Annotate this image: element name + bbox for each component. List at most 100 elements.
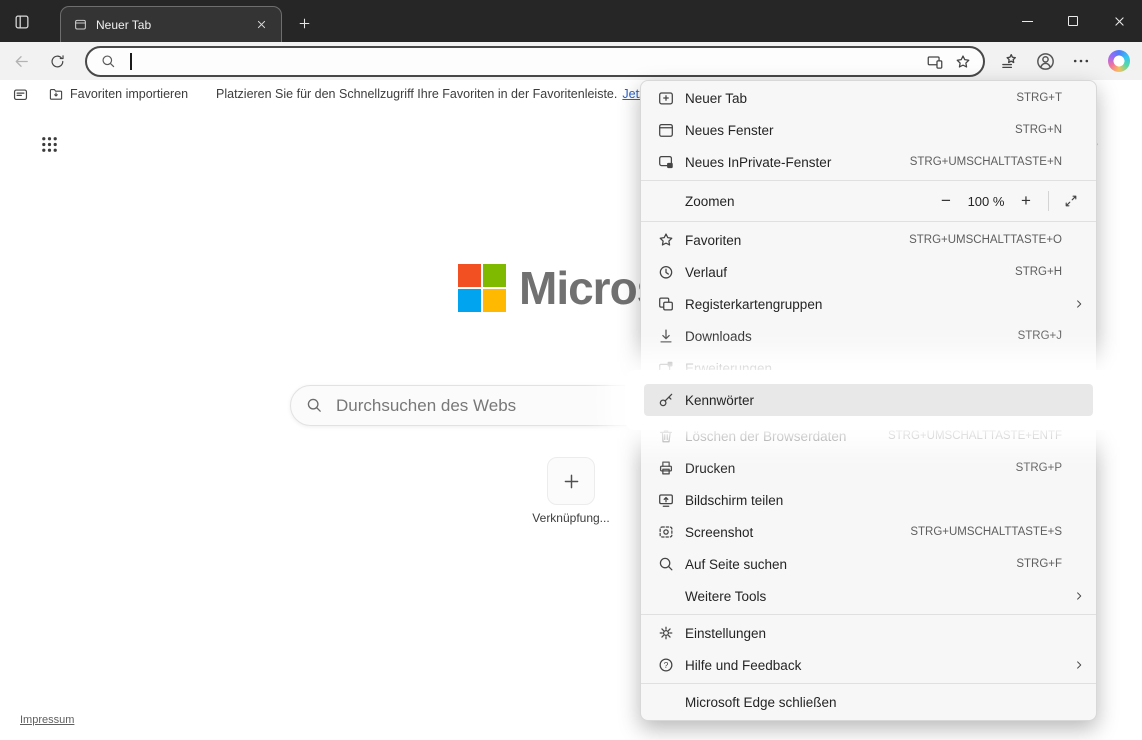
favorites-bar-page-button[interactable] bbox=[8, 83, 33, 105]
menu-item-verlauf[interactable]: Verlauf STRG+H bbox=[641, 256, 1096, 288]
screen-share-icon bbox=[657, 491, 675, 509]
menu-separator bbox=[641, 614, 1096, 615]
zoom-out-button[interactable]: − bbox=[933, 188, 959, 214]
menu-item-neuer-tab[interactable]: Neuer Tab STRG+T bbox=[641, 82, 1096, 114]
profile-button[interactable] bbox=[1031, 47, 1059, 75]
zoom-divider bbox=[1048, 191, 1049, 211]
menu-item-auf-seite-suchen[interactable]: Auf Seite suchen STRG+F bbox=[641, 548, 1096, 580]
menu-item-hilfe-und-feedback[interactable]: Hilfe und Feedback bbox=[641, 649, 1096, 681]
zoom-in-button[interactable]: + bbox=[1013, 188, 1039, 214]
menu-item-kennwoerter[interactable]: Kennwörter bbox=[644, 384, 1093, 416]
zoom-label: Zoomen bbox=[685, 194, 933, 209]
address-bar[interactable] bbox=[85, 46, 985, 77]
minimize-button[interactable] bbox=[1004, 0, 1050, 42]
menu-item-shortcut: STRG+J bbox=[1018, 330, 1062, 342]
menu-item-shortcut: STRG+UMSCHALTTASTE+ENTF bbox=[888, 430, 1062, 442]
menu-item-label: Registerkartengruppen bbox=[685, 297, 1070, 312]
edge-menu: Neuer Tab STRG+T Neues Fenster STRG+N Ne… bbox=[640, 80, 1097, 721]
menu-item-screenshot[interactable]: Screenshot STRG+UMSCHALTTASTE+S bbox=[641, 516, 1096, 548]
menu-item-inprivate-fenster[interactable]: Neues InPrivate-Fenster STRG+UMSCHALTTAS… bbox=[641, 146, 1096, 178]
text-caret bbox=[130, 53, 132, 70]
key-icon bbox=[657, 391, 675, 409]
refresh-icon bbox=[49, 53, 66, 70]
menu-item-label: Neues Fenster bbox=[685, 123, 1015, 138]
logo-square-red bbox=[458, 264, 481, 287]
logo-square-yellow bbox=[483, 289, 506, 312]
toolbar bbox=[0, 42, 1142, 80]
history-icon bbox=[657, 263, 675, 281]
copilot-icon bbox=[1108, 50, 1130, 72]
menu-item-einstellungen[interactable]: Einstellungen bbox=[641, 617, 1096, 649]
impressum-link[interactable]: Impressum bbox=[20, 714, 74, 726]
new-tab-button[interactable] bbox=[292, 11, 316, 35]
menu-item-favoriten[interactable]: Favoriten STRG+UMSCHALTTASTE+O bbox=[641, 224, 1096, 256]
menu-item-label: Drucken bbox=[685, 461, 1016, 476]
printer-icon bbox=[657, 459, 675, 477]
search-icon bbox=[305, 396, 324, 415]
maximize-icon bbox=[1068, 16, 1078, 26]
menu-item-zoomen: Zoomen − 100 % + bbox=[641, 183, 1096, 219]
inprivate-icon bbox=[657, 153, 675, 171]
star-icon bbox=[954, 53, 972, 71]
fullscreen-button[interactable] bbox=[1058, 188, 1084, 214]
menu-item-label: Kennwörter bbox=[685, 393, 1084, 408]
tab-title: Neuer Tab bbox=[96, 18, 251, 32]
new-tab-icon bbox=[657, 89, 675, 107]
menu-item-shortcut: STRG+UMSCHALTTASTE+S bbox=[910, 526, 1062, 538]
tab-actions-icon bbox=[13, 13, 31, 31]
menu-item-edge-schliessen[interactable]: Microsoft Edge schließen bbox=[641, 686, 1096, 718]
menu-item-label: Einstellungen bbox=[685, 626, 1084, 641]
menu-item-shortcut: STRG+F bbox=[1016, 558, 1062, 570]
apps-grid-button[interactable] bbox=[35, 130, 63, 158]
avatar-icon bbox=[1035, 51, 1056, 72]
back-button[interactable] bbox=[7, 47, 35, 75]
logo-square-green bbox=[483, 264, 506, 287]
menu-item-label: Neuer Tab bbox=[685, 91, 1016, 106]
submenu-chevron-icon bbox=[1070, 658, 1088, 672]
add-shortcut-tile[interactable] bbox=[547, 457, 595, 505]
tab-groups-icon bbox=[657, 295, 675, 313]
settings-gear-icon bbox=[657, 624, 675, 642]
icon-spacer bbox=[657, 587, 675, 605]
menu-item-label: Bildschirm teilen bbox=[685, 493, 1084, 508]
favorites-hub-button[interactable] bbox=[995, 47, 1023, 75]
extensions-icon bbox=[657, 359, 675, 377]
menu-item-registerkartengruppen[interactable]: Registerkartengruppen bbox=[641, 288, 1096, 320]
icon-spacer bbox=[657, 693, 675, 711]
new-window-icon bbox=[657, 121, 675, 139]
menu-item-drucken[interactable]: Drucken STRG+P bbox=[641, 452, 1096, 484]
maximize-button[interactable] bbox=[1050, 0, 1096, 42]
add-favorite-button[interactable] bbox=[949, 49, 977, 74]
menu-item-neues-fenster[interactable]: Neues Fenster STRG+N bbox=[641, 114, 1096, 146]
import-favorites-button[interactable]: Favoriten importieren bbox=[44, 83, 192, 105]
reading-view-icon bbox=[12, 86, 29, 103]
import-favorites-icon bbox=[48, 86, 64, 102]
tab-close-button[interactable] bbox=[251, 15, 271, 35]
close-window-button[interactable] bbox=[1096, 0, 1142, 42]
menu-separator bbox=[641, 683, 1096, 684]
zoom-value: 100 % bbox=[959, 194, 1013, 209]
menu-item-downloads[interactable]: Downloads STRG+J bbox=[641, 320, 1096, 352]
tab-actions-button[interactable] bbox=[10, 10, 34, 34]
tab-neuer-tab[interactable]: Neuer Tab bbox=[60, 6, 282, 42]
menu-item-label: Microsoft Edge schließen bbox=[685, 695, 1084, 710]
menu-item-label: Neues InPrivate-Fenster bbox=[685, 155, 910, 170]
menu-item-erweiterungen[interactable]: Erweiterungen bbox=[641, 352, 1096, 384]
settings-more-button[interactable] bbox=[1067, 47, 1095, 75]
import-favorites-label: Favoriten importieren bbox=[70, 87, 188, 101]
send-to-devices-icon bbox=[926, 53, 944, 71]
menu-item-loeschen-browserdaten[interactable]: Löschen der Browserdaten STRG+UMSCHALTTA… bbox=[641, 420, 1096, 452]
menu-item-bildschirm-teilen[interactable]: Bildschirm teilen bbox=[641, 484, 1096, 516]
copilot-button[interactable] bbox=[1105, 47, 1133, 75]
menu-item-weitere-tools[interactable]: Weitere Tools bbox=[641, 580, 1096, 612]
trash-icon bbox=[657, 427, 675, 445]
send-to-devices-button[interactable] bbox=[921, 49, 949, 74]
refresh-button[interactable] bbox=[43, 47, 71, 75]
menu-item-label: Hilfe und Feedback bbox=[685, 658, 1070, 673]
menu-separator bbox=[641, 221, 1096, 222]
menu-item-label: Downloads bbox=[685, 329, 1018, 344]
menu-item-label: Erweiterungen bbox=[685, 361, 1084, 376]
menu-item-label: Favoriten bbox=[685, 233, 909, 248]
search-icon bbox=[95, 49, 121, 74]
address-input[interactable] bbox=[127, 49, 907, 73]
